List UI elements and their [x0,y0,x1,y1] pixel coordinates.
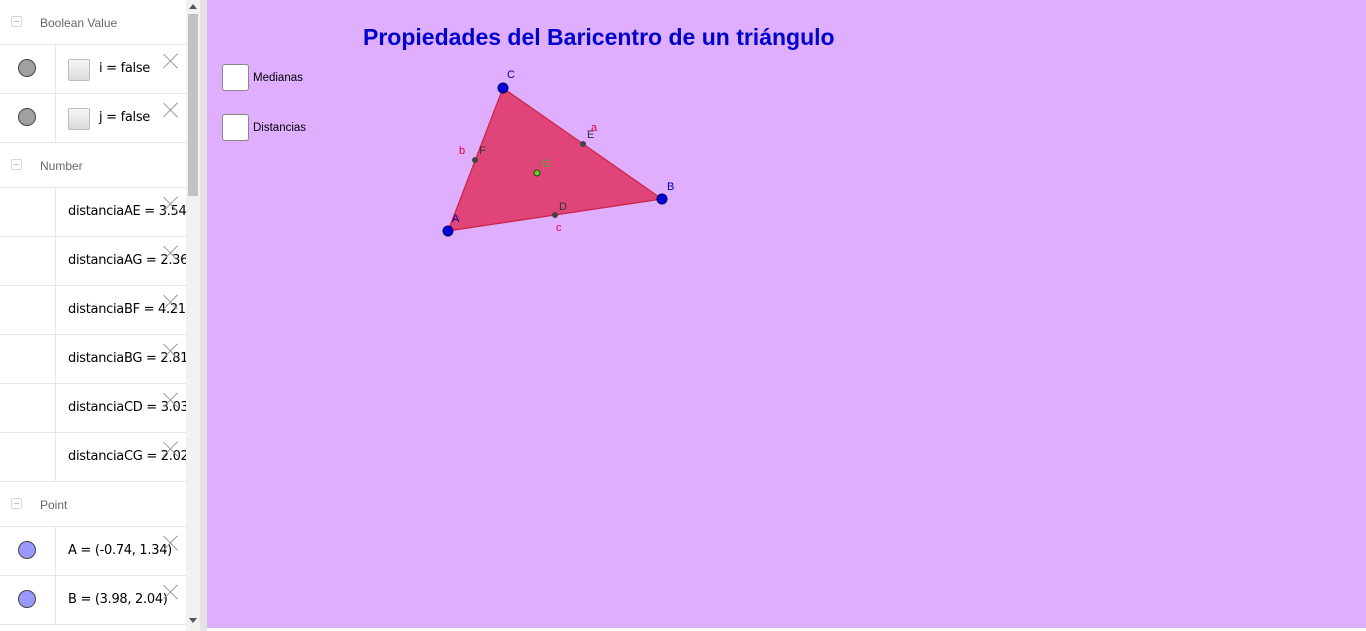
collapse-icon[interactable] [11,16,22,27]
algebra-row-point-A[interactable]: A = (-0.74, 1.34) [0,527,186,576]
visibility-toggle-icon[interactable] [18,541,36,559]
label-D: D [559,201,567,213]
vertex-A[interactable] [442,225,454,237]
algebra-row-distanciaBF[interactable]: distanciaBF = 4.21 [0,286,186,335]
delete-icon[interactable] [161,100,181,120]
visibility-toggle-icon[interactable] [18,59,36,77]
graphics-view[interactable]: A B C D E F G a b c Propiedades del Bari… [207,0,1366,628]
vertex-C[interactable] [497,82,509,94]
algebra-expression[interactable]: B = (3.98, 2.04) [68,592,168,607]
checkbox-distancias[interactable] [222,114,249,141]
label-A: A [452,213,460,225]
view-divider[interactable] [200,0,207,631]
algebra-row-i[interactable]: i = false [0,45,186,94]
label-side-c: c [556,222,562,234]
algebra-row-point-B[interactable]: B = (3.98, 2.04) [0,576,186,625]
delete-icon[interactable] [161,582,181,602]
group-title: Point [40,498,68,512]
group-point: Point [0,482,186,527]
label-B: B [667,181,674,193]
delete-icon[interactable] [161,341,181,361]
algebra-scrollbar[interactable] [186,0,200,631]
scrollbar-thumb[interactable] [188,14,198,196]
checkbox-label-distancias[interactable]: Distancias [253,122,306,134]
group-title: Boolean Value [40,16,118,30]
delete-icon[interactable] [161,439,181,459]
algebra-expression[interactable]: i = false [99,61,150,76]
collapse-icon[interactable] [11,498,22,509]
group-number: Number [0,143,186,188]
algebra-row-distanciaBG[interactable]: distanciaBG = 2.81 [0,335,186,384]
algebra-row-distanciaCD[interactable]: distanciaCD = 3.03 [0,384,186,433]
algebra-expression[interactable]: A = (-0.74, 1.34) [68,543,172,558]
checkbox-label-medianas[interactable]: Medianas [253,72,303,84]
label-G: G [542,158,551,170]
boolean-checkbox-j[interactable] [68,108,90,130]
collapse-icon[interactable] [11,159,22,170]
delete-icon[interactable] [161,533,181,553]
delete-icon[interactable] [161,51,181,71]
visibility-toggle-icon[interactable] [18,108,36,126]
page-title: Propiedades del Baricentro de un triángu… [363,24,835,50]
delete-icon[interactable] [161,390,181,410]
group-boolean-value: Boolean Value [0,0,186,45]
algebra-row-j[interactable]: j = false [0,94,186,143]
delete-icon[interactable] [161,243,181,263]
algebra-row-distanciaCG[interactable]: distanciaCG = 2.02 [0,433,186,482]
delete-icon[interactable] [161,194,181,214]
algebra-row-distanciaAE[interactable]: distanciaAE = 3.54 [0,188,186,237]
checkbox-medianas[interactable] [222,64,249,91]
centroid-G[interactable] [533,169,541,177]
label-side-b: b [459,145,465,157]
algebra-view[interactable]: Boolean Value i = false j = false Number… [0,0,186,631]
algebra-row-distanciaAG[interactable]: distanciaAG = 2.36 [0,237,186,286]
triangle-polygon[interactable] [447,87,664,232]
scroll-down-arrow-icon[interactable] [189,618,197,623]
scroll-up-arrow-icon[interactable] [189,4,197,9]
visibility-toggle-icon[interactable] [18,590,36,608]
label-side-a: a [591,122,598,134]
midpoint-D[interactable] [552,212,558,218]
midpoint-F[interactable] [472,157,478,163]
label-C: C [507,69,515,81]
label-F: F [479,145,486,157]
midpoint-E[interactable] [580,141,586,147]
delete-icon[interactable] [161,292,181,312]
group-title: Number [40,159,83,173]
vertex-B[interactable] [656,193,668,205]
algebra-expression[interactable]: j = false [99,110,150,125]
boolean-checkbox-i[interactable] [68,59,90,81]
graphics-canvas[interactable]: A B C D E F G a b c [207,0,1366,628]
